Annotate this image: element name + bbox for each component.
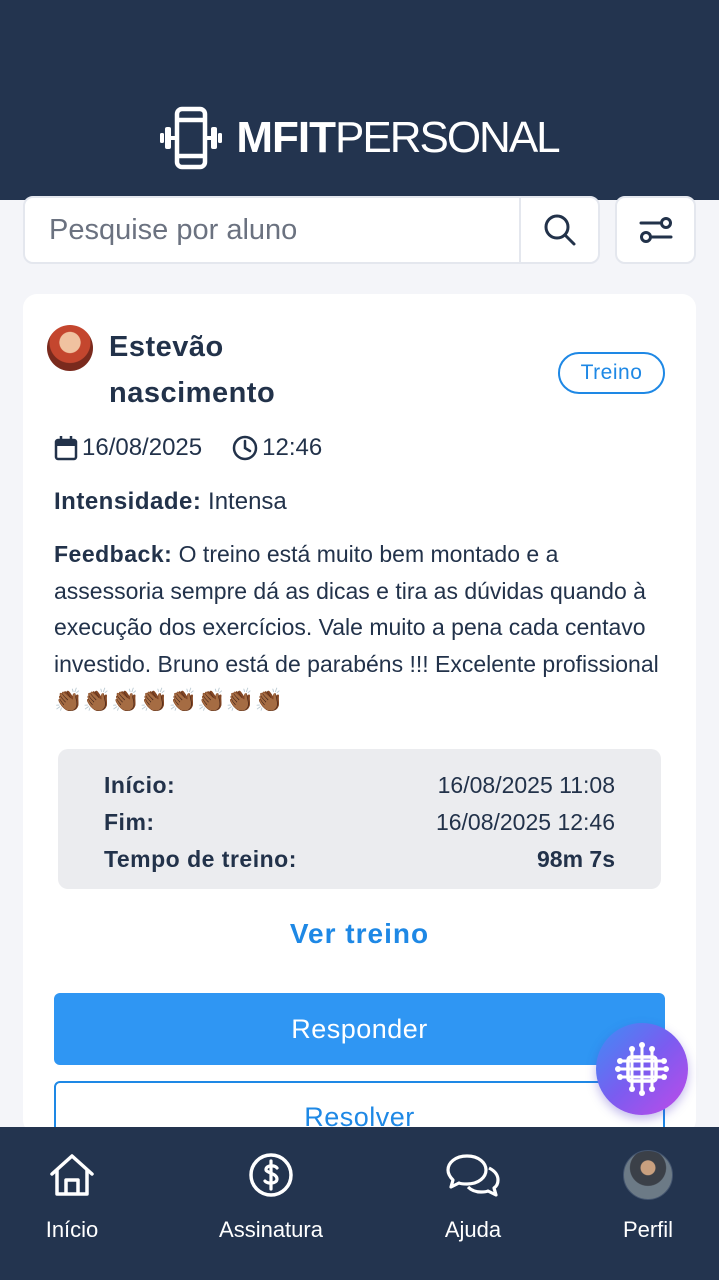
search-icon xyxy=(544,214,575,246)
end-label: Fim: xyxy=(104,809,155,835)
start-value: 16/08/2025 11:08 xyxy=(437,772,615,798)
nav-item-inicio[interactable]: Início xyxy=(22,1127,122,1280)
date-time-row: 16/08/2025 12:46 xyxy=(54,434,322,462)
summary-duration-row: Tempo de treino: 98m 7s xyxy=(104,841,615,878)
intensity-label: Intensidade: xyxy=(54,488,202,515)
reply-button[interactable]: Responder xyxy=(54,993,665,1065)
intensity-value: Intensa xyxy=(208,488,287,515)
duration-value: 98m 7s xyxy=(536,846,615,872)
intensity-row: Intensidade: Intensa xyxy=(54,488,287,516)
feedback-text-block: Feedback: O treino está muito bem montad… xyxy=(54,536,669,719)
summary-start-row: Início: 16/08/2025 11:08 xyxy=(104,767,615,804)
search-box xyxy=(23,196,600,264)
clock-icon xyxy=(232,435,258,461)
filter-button[interactable] xyxy=(615,196,696,264)
student-avatar[interactable] xyxy=(47,325,93,371)
feedback-time: 12:46 xyxy=(262,434,323,461)
logo-text-bold: MFIT xyxy=(236,113,336,162)
end-value: 16/08/2025 12:46 xyxy=(435,809,615,835)
dollar-circle-icon xyxy=(249,1153,293,1197)
feedback-label: Feedback: xyxy=(54,541,173,567)
ai-chip-icon xyxy=(615,1042,669,1096)
nav-label-ajuda: Ajuda xyxy=(444,1217,502,1242)
nav-label-perfil: Perfil xyxy=(622,1217,674,1242)
home-icon xyxy=(50,1154,94,1196)
nav-item-assinatura[interactable]: Assinatura xyxy=(206,1127,336,1280)
dumbbell-frame-icon xyxy=(160,106,223,170)
summary-end-row: Fim: 16/08/2025 12:46 xyxy=(104,804,615,841)
sliders-filter-icon xyxy=(639,217,672,243)
clapping-hands-emojis: 👏🏾👏🏾👏🏾👏🏾👏🏾👏🏾👏🏾👏🏾 xyxy=(54,687,284,713)
search-button[interactable] xyxy=(519,198,598,262)
type-tag: Treino xyxy=(558,352,665,394)
logo-text-light: PERSONAL xyxy=(335,113,561,162)
student-name[interactable]: Estevão nascimento xyxy=(109,324,349,416)
bottom-navigation: Início Assinatura Ajuda Perfil xyxy=(0,1127,719,1280)
search-input[interactable] xyxy=(25,198,521,262)
calendar-icon xyxy=(54,436,78,461)
search-row xyxy=(23,196,696,264)
ai-assistant-button[interactable] xyxy=(596,1023,688,1115)
nav-label-assinatura: Assinatura xyxy=(219,1217,323,1242)
nav-item-ajuda[interactable]: Ajuda xyxy=(423,1127,523,1280)
chat-bubbles-icon xyxy=(446,1154,500,1197)
app-header: MFIT PERSONAL xyxy=(0,0,719,200)
app-logo: MFIT PERSONAL xyxy=(160,106,561,170)
workout-summary: Início: 16/08/2025 11:08 Fim: 16/08/2025… xyxy=(58,749,661,889)
view-workout-link[interactable]: Ver treino xyxy=(23,918,696,950)
nav-item-perfil[interactable]: Perfil xyxy=(608,1127,688,1280)
feedback-date: 16/08/2025 xyxy=(82,434,203,461)
nav-label-inicio: Início xyxy=(45,1217,99,1242)
start-label: Início: xyxy=(104,772,176,798)
profile-avatar xyxy=(623,1150,673,1200)
feedback-card: Estevão nascimento Treino 16/08/2025 12:… xyxy=(23,294,696,1134)
duration-label: Tempo de treino: xyxy=(104,846,297,872)
